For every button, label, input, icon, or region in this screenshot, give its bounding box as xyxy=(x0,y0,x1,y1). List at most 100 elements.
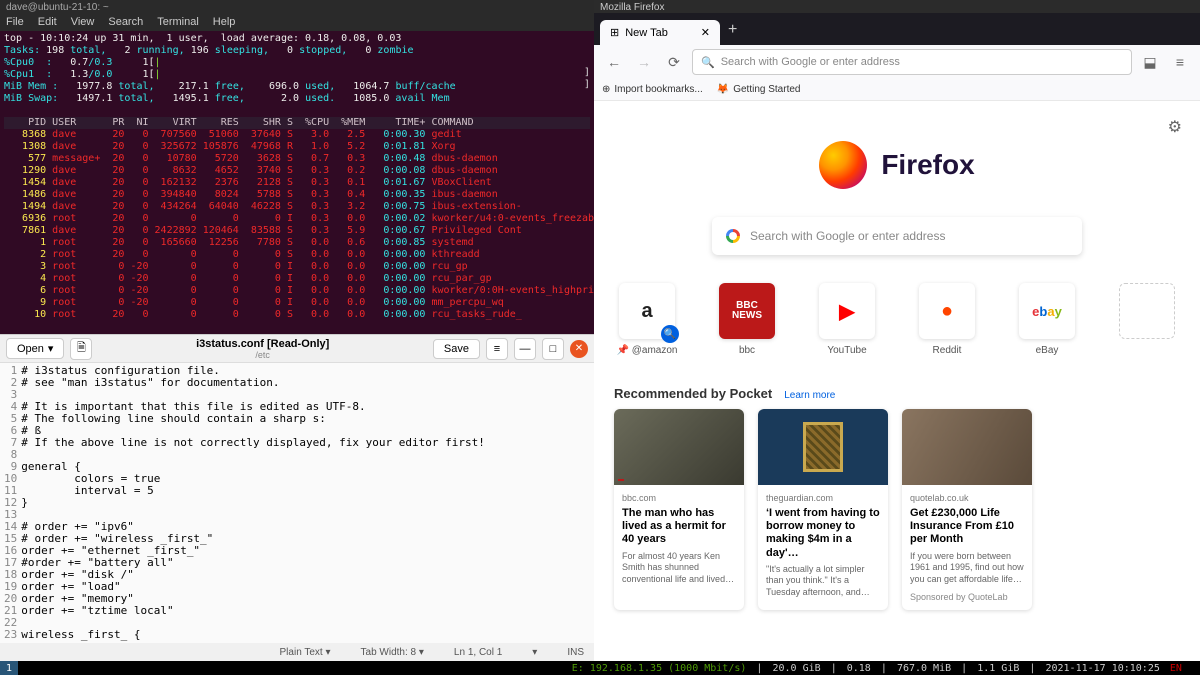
pocket-card[interactable]: bbc.comThe man who has lived as a hermit… xyxy=(614,409,744,610)
tile-icon: BBCNEWS xyxy=(719,283,775,339)
process-row: 1494 dave 20 0 434264 64040 46228 S 0.3 … xyxy=(4,201,590,213)
tile-label: 📌 @amazon xyxy=(617,345,678,356)
process-row: 4 root 0 -20 0 0 0 I 0.0 0.0 0:00.00 rcu… xyxy=(4,273,590,285)
swap-status: 1.1 GiB xyxy=(977,663,1019,674)
save-button[interactable]: Save xyxy=(433,339,480,359)
tile-label: YouTube xyxy=(827,345,866,356)
firefox-tab-icon: ⊞ xyxy=(610,26,619,39)
topsite-amazon[interactable]: a🔍 📌 @amazon xyxy=(611,283,683,356)
process-row: 1290 dave 20 0 8632 4652 3740 S 0.3 0.2 … xyxy=(4,165,590,177)
topsite-reddit[interactable]: ● Reddit xyxy=(911,283,983,356)
reload-button[interactable]: ⟳ xyxy=(662,50,686,74)
newtab-search[interactable]: Search with Google or enter address xyxy=(712,217,1082,255)
import-bookmarks[interactable]: ⊕ Import bookmarks... xyxy=(602,84,703,95)
open-button[interactable]: Open ▾ xyxy=(6,338,64,359)
cpu-bar-end: ] xyxy=(584,67,590,79)
cpu0-line: %Cpu0 : 0.7/0.3 1[| xyxy=(4,57,590,69)
lang-indicator: EN xyxy=(1170,663,1182,674)
pocket-card[interactable]: quotelab.co.ukGet £230,000 Life Insuranc… xyxy=(902,409,1032,610)
eth-status: E: 192.168.1.35 (1000 Mbit/s) xyxy=(572,663,747,674)
swap-line: MiB Swap: 1497.1 total, 1495.1 free, 2.0… xyxy=(4,93,590,105)
top-line: top - 10:10:24 up 31 min, 1 user, load a… xyxy=(4,33,590,45)
tab-close-icon[interactable]: ✕ xyxy=(701,26,710,39)
mem-status: 767.0 MiB xyxy=(897,663,951,674)
pocket-learn-more[interactable]: Learn more xyxy=(784,390,835,401)
firefox-content: ⚙ Firefox Search with Google or enter ad… xyxy=(594,101,1200,661)
process-row: 1308 dave 20 0 325672 105876 47968 R 1.0… xyxy=(4,141,590,153)
tile-icon: a🔍 xyxy=(619,283,675,339)
menu-help[interactable]: Help xyxy=(213,16,236,28)
process-row: 8368 dave 20 0 707560 51060 37640 S 3.0 … xyxy=(4,129,590,141)
process-row: 1454 dave 20 0 162132 2376 2128 S 0.3 0.… xyxy=(4,177,590,189)
time-status: 2021-11-17 10:10:25 xyxy=(1045,663,1159,674)
new-tab-button[interactable]: + xyxy=(728,21,737,45)
process-row: 1 root 20 0 165660 12256 7780 S 0.0 0.6 … xyxy=(4,237,590,249)
close-button[interactable]: ✕ xyxy=(570,340,588,358)
terminal-titlebar: dave@ubuntu-21-10: ~ xyxy=(0,0,594,13)
topsite-ebay[interactable]: ebay eBay xyxy=(1011,283,1083,356)
terminal-body[interactable]: top - 10:10:24 up 31 min, 1 user, load a… xyxy=(0,31,594,334)
process-row: 1486 dave 20 0 394840 8024 5788 S 0.3 0.… xyxy=(4,189,590,201)
minimize-button[interactable]: — xyxy=(514,338,536,360)
menu-file[interactable]: File xyxy=(6,16,24,28)
process-row: 6936 root 20 0 0 0 0 I 0.3 0.0 0:00.02 k… xyxy=(4,213,590,225)
disk-status: 20.0 GiB xyxy=(772,663,820,674)
new-doc-button[interactable]: 🗎 xyxy=(70,338,92,360)
pocket-cards: bbc.comThe man who has lived as a hermit… xyxy=(594,409,1200,610)
tile-icon: ebay xyxy=(1019,283,1075,339)
pocket-card[interactable]: theguardian.com‘I went from having to bo… xyxy=(758,409,888,610)
menu-terminal[interactable]: Terminal xyxy=(157,16,199,28)
process-row: 9 root 0 -20 0 0 0 I 0.0 0.0 0:00.00 mm_… xyxy=(4,297,590,309)
url-bar[interactable]: 🔍 Search with Google or enter address xyxy=(692,49,1132,75)
maximize-button[interactable]: □ xyxy=(542,338,564,360)
load-status: 0.18 xyxy=(847,663,871,674)
process-row: 2 root 20 0 0 0 0 S 0.0 0.0 0:00.00 kthr… xyxy=(4,249,590,261)
menu-edit[interactable]: Edit xyxy=(38,16,57,28)
gear-icon[interactable]: ⚙ xyxy=(1168,117,1182,137)
workspace-1[interactable]: 1 xyxy=(0,661,18,675)
hamburger-button[interactable]: ≡ xyxy=(486,338,508,360)
cpu1-line: %Cpu1 : 1.3/0.0 1[| xyxy=(4,69,590,81)
tile-label: Reddit xyxy=(933,345,962,356)
menu-search[interactable]: Search xyxy=(108,16,143,28)
i3-statusbar: 1 E: 192.168.1.35 (1000 Mbit/s) | 20.0 G… xyxy=(0,661,1200,675)
insert-mode[interactable]: INS xyxy=(567,647,584,658)
cursor-pos: Ln 1, Col 1 xyxy=(454,647,502,658)
text-editor: Open ▾ 🗎 i3status.conf [Read-Only] /etc … xyxy=(0,334,594,661)
process-row: 577 message+ 20 0 10780 5720 3628 S 0.7 … xyxy=(4,153,590,165)
process-row: 6 root 0 -20 0 0 0 I 0.0 0.0 0:00.00 kwo… xyxy=(4,285,590,297)
syntax-selector[interactable]: Plain Text ▾ xyxy=(280,647,331,658)
forward-button[interactable]: → xyxy=(632,50,656,74)
editor-header: Open ▾ 🗎 i3status.conf [Read-Only] /etc … xyxy=(0,335,594,363)
back-button[interactable]: ← xyxy=(602,50,626,74)
firefox-tabbar: ⊞ New Tab ✕ + xyxy=(594,13,1200,45)
topsite-empty[interactable] xyxy=(1111,283,1183,356)
editor-body[interactable]: 1234567891011121314151617181920212223 # … xyxy=(0,363,594,643)
bookmark-getting-started[interactable]: 🦊 Getting Started xyxy=(717,84,801,95)
firefox-toolbar: ← → ⟳ 🔍 Search with Google or enter addr… xyxy=(594,45,1200,79)
firefox-logo-icon xyxy=(819,141,867,189)
app-menu-button[interactable]: ≡ xyxy=(1168,50,1192,74)
editor-statusbar: Plain Text ▾ Tab Width: 8 ▾ Ln 1, Col 1 … xyxy=(0,643,594,661)
topsite-bbc[interactable]: BBCNEWS bbc xyxy=(711,283,783,356)
bookmarks-toolbar: ⊕ Import bookmarks... 🦊 Getting Started xyxy=(594,79,1200,101)
downloads-button[interactable]: ⬓ xyxy=(1138,50,1162,74)
process-row: 10 root 20 0 0 0 0 S 0.0 0.0 0:00.00 rcu… xyxy=(4,309,590,321)
tab-newtab[interactable]: ⊞ New Tab ✕ xyxy=(600,20,720,45)
tile-icon: ● xyxy=(919,283,975,339)
search-icon: 🔍 xyxy=(701,56,715,69)
topsites-row: a🔍 📌 @amazon BBCNEWS bbc ▶YouTube ● Reddit ebay… xyxy=(594,283,1200,356)
tile-label: bbc xyxy=(739,345,755,356)
tile-label: eBay xyxy=(1036,345,1059,356)
top-header: PID USER PR NI VIRT RES SHR S %CPU %MEM … xyxy=(4,117,590,129)
firefox-logo: Firefox xyxy=(819,141,974,189)
firefox-titlebar: Mozilla Firefox xyxy=(594,0,1200,13)
process-row: 3 root 0 -20 0 0 0 I 0.0 0.0 0:00.00 rcu… xyxy=(4,261,590,273)
tasks-line: Tasks: 198 total, 2 running, 196 sleepin… xyxy=(4,45,590,57)
editor-title: i3status.conf [Read-Only] /etc xyxy=(98,338,426,360)
google-icon xyxy=(726,229,740,243)
menu-view[interactable]: View xyxy=(71,16,95,28)
tabwidth-selector[interactable]: Tab Width: 8 ▾ xyxy=(361,647,424,658)
topsite-yt[interactable]: ▶YouTube xyxy=(811,283,883,356)
mem-line: MiB Mem : 1977.8 total, 217.1 free, 696.… xyxy=(4,81,590,93)
